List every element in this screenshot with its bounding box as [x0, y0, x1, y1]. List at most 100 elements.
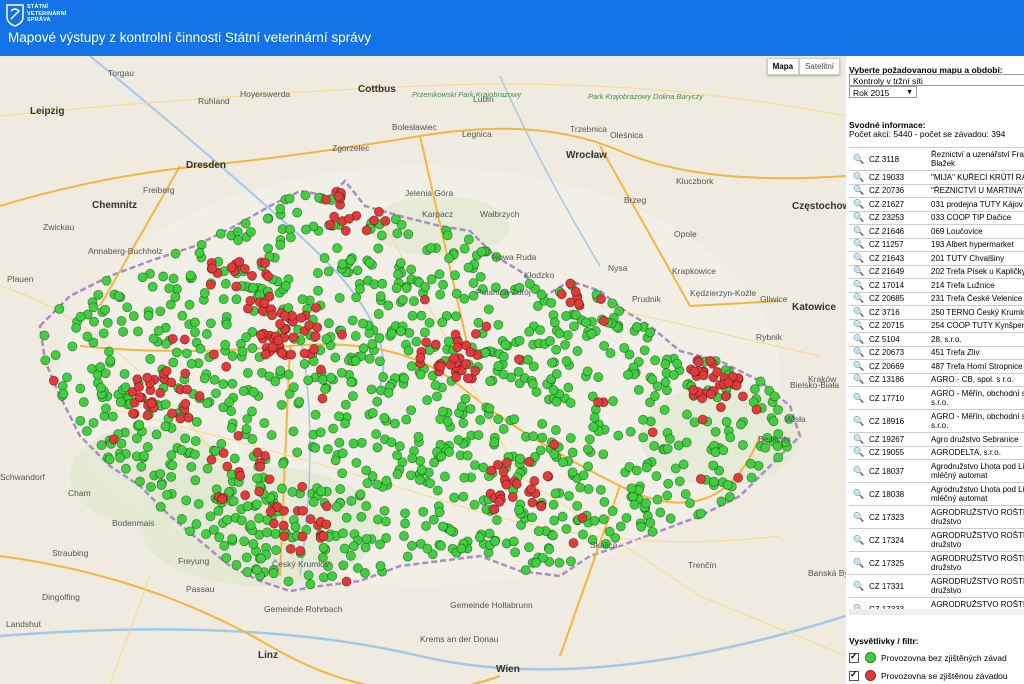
- inspection-ok-marker[interactable]: [531, 557, 542, 568]
- inspection-ok-marker[interactable]: [724, 491, 735, 502]
- inspection-fault-marker[interactable]: [226, 262, 237, 273]
- inspection-fault-marker[interactable]: [321, 519, 332, 530]
- inspection-ok-marker[interactable]: [547, 357, 557, 368]
- inspection-ok-marker[interactable]: [221, 319, 232, 330]
- inspection-ok-marker[interactable]: [403, 345, 414, 356]
- inspection-ok-marker[interactable]: [598, 449, 609, 460]
- inspection-ok-marker[interactable]: [615, 521, 626, 532]
- inspection-fault-marker[interactable]: [325, 219, 336, 230]
- inspection-fault-marker[interactable]: [277, 348, 287, 359]
- inspection-ok-marker[interactable]: [303, 375, 314, 386]
- inspection-ok-marker[interactable]: [96, 440, 107, 451]
- inspection-ok-marker[interactable]: [444, 447, 455, 457]
- inspection-ok-marker[interactable]: [581, 317, 591, 328]
- inspection-ok-marker[interactable]: [75, 311, 86, 322]
- zoom-icon[interactable]: 🔍: [849, 293, 869, 304]
- inspection-ok-marker[interactable]: [725, 432, 736, 443]
- inspection-ok-marker[interactable]: [319, 253, 330, 263]
- inspection-ok-marker[interactable]: [395, 326, 406, 337]
- inspection-ok-marker[interactable]: [548, 385, 559, 396]
- inspection-ok-marker[interactable]: [236, 515, 247, 526]
- inspection-ok-marker[interactable]: [210, 446, 221, 457]
- inspection-ok-marker[interactable]: [716, 496, 727, 507]
- inspection-fault-marker[interactable]: [221, 361, 232, 372]
- inspection-ok-marker[interactable]: [438, 279, 448, 290]
- zoom-icon[interactable]: 🔍: [849, 361, 869, 372]
- list-item[interactable]: 🔍 CZ 20669 487 Trefa Horní Stropnice: [849, 360, 1024, 374]
- inspection-ok-marker[interactable]: [395, 257, 406, 268]
- inspection-ok-marker[interactable]: [355, 489, 366, 500]
- inspection-ok-marker[interactable]: [437, 406, 448, 417]
- inspection-ok-marker[interactable]: [361, 533, 372, 544]
- list-item[interactable]: 🔍 CZ 3716 250 TERNO Český Krumlov: [849, 306, 1024, 320]
- zoom-icon[interactable]: 🔍: [849, 212, 869, 223]
- inspection-fault-marker[interactable]: [167, 333, 178, 344]
- inspection-ok-marker[interactable]: [271, 545, 281, 556]
- inspection-ok-marker[interactable]: [184, 299, 195, 310]
- inspection-ok-marker[interactable]: [375, 291, 386, 302]
- inspection-ok-marker[interactable]: [320, 384, 331, 394]
- inspection-ok-marker[interactable]: [589, 412, 600, 423]
- zoom-icon[interactable]: 🔍: [849, 466, 869, 477]
- inspection-ok-marker[interactable]: [142, 442, 153, 452]
- inspection-ok-marker[interactable]: [520, 565, 531, 576]
- inspection-ok-marker[interactable]: [95, 382, 106, 393]
- inspection-ok-marker[interactable]: [252, 473, 262, 484]
- inspection-ok-marker[interactable]: [623, 369, 633, 380]
- inspection-ok-marker[interactable]: [330, 455, 341, 466]
- inspection-ok-marker[interactable]: [397, 294, 408, 305]
- inspection-ok-marker[interactable]: [406, 470, 416, 481]
- list-item[interactable]: 🔍 CZ 19055 AGRODELTA, s.r.o.: [849, 446, 1024, 460]
- inspection-ok-marker[interactable]: [215, 228, 226, 239]
- inspection-ok-marker[interactable]: [406, 264, 417, 275]
- inspection-ok-marker[interactable]: [599, 340, 610, 351]
- inspection-fault-marker[interactable]: [320, 194, 331, 205]
- inspection-ok-marker[interactable]: [202, 398, 213, 409]
- inspection-ok-marker[interactable]: [239, 536, 250, 547]
- inspection-fault-marker[interactable]: [297, 481, 308, 492]
- inspection-ok-marker[interactable]: [247, 343, 258, 354]
- inspection-fault-marker[interactable]: [421, 337, 432, 348]
- zoom-icon[interactable]: 🔍: [849, 434, 869, 445]
- inspection-ok-marker[interactable]: [292, 447, 303, 458]
- inspection-ok-marker[interactable]: [134, 419, 145, 430]
- inspection-ok-marker[interactable]: [550, 425, 561, 435]
- inspection-ok-marker[interactable]: [571, 310, 581, 320]
- list-item[interactable]: 🔍CZ 17710 AGRO - Měřín, obchodní spos.r.o…: [849, 387, 1024, 410]
- inspection-ok-marker[interactable]: [328, 423, 339, 434]
- inspection-ok-marker[interactable]: [119, 368, 130, 379]
- inspection-ok-marker[interactable]: [205, 318, 216, 329]
- inspection-ok-marker[interactable]: [280, 281, 291, 292]
- inspection-fault-marker[interactable]: [182, 384, 192, 395]
- inspection-ok-marker[interactable]: [463, 262, 474, 273]
- inspection-ok-marker[interactable]: [437, 317, 448, 328]
- inspection-ok-marker[interactable]: [82, 331, 93, 342]
- inspection-ok-marker[interactable]: [39, 330, 50, 341]
- inspection-ok-marker[interactable]: [275, 365, 286, 376]
- inspection-fault-marker[interactable]: [175, 413, 186, 424]
- inspection-ok-marker[interactable]: [546, 297, 557, 308]
- inspection-fault-marker[interactable]: [731, 380, 742, 391]
- inspection-ok-marker[interactable]: [227, 378, 238, 389]
- inspection-fault-marker[interactable]: [280, 310, 290, 321]
- inspection-ok-marker[interactable]: [305, 579, 316, 590]
- inspection-ok-marker[interactable]: [170, 248, 181, 259]
- inspection-fault-marker[interactable]: [470, 365, 481, 376]
- inspection-ok-marker[interactable]: [493, 414, 504, 425]
- list-item[interactable]: 🔍 CZ 20715 254 COOP TUTY Kynšperk: [849, 319, 1024, 333]
- inspection-ok-marker[interactable]: [527, 379, 538, 390]
- inspection-ok-marker[interactable]: [513, 366, 524, 377]
- inspection-ok-marker[interactable]: [475, 271, 486, 282]
- inspection-ok-marker[interactable]: [160, 399, 171, 410]
- inspection-fault-marker[interactable]: [288, 332, 299, 343]
- inspection-ok-marker[interactable]: [248, 282, 259, 293]
- inspection-fault-marker[interactable]: [486, 465, 497, 476]
- inspection-ok-marker[interactable]: [336, 367, 347, 378]
- zoom-icon[interactable]: 🔍: [849, 334, 869, 345]
- inspection-fault-marker[interactable]: [167, 408, 177, 419]
- inspection-fault-marker[interactable]: [733, 472, 744, 483]
- inspection-ok-marker[interactable]: [638, 414, 649, 425]
- inspection-ok-marker[interactable]: [337, 258, 348, 269]
- inspection-ok-marker[interactable]: [500, 339, 511, 350]
- inspection-ok-marker[interactable]: [358, 343, 369, 354]
